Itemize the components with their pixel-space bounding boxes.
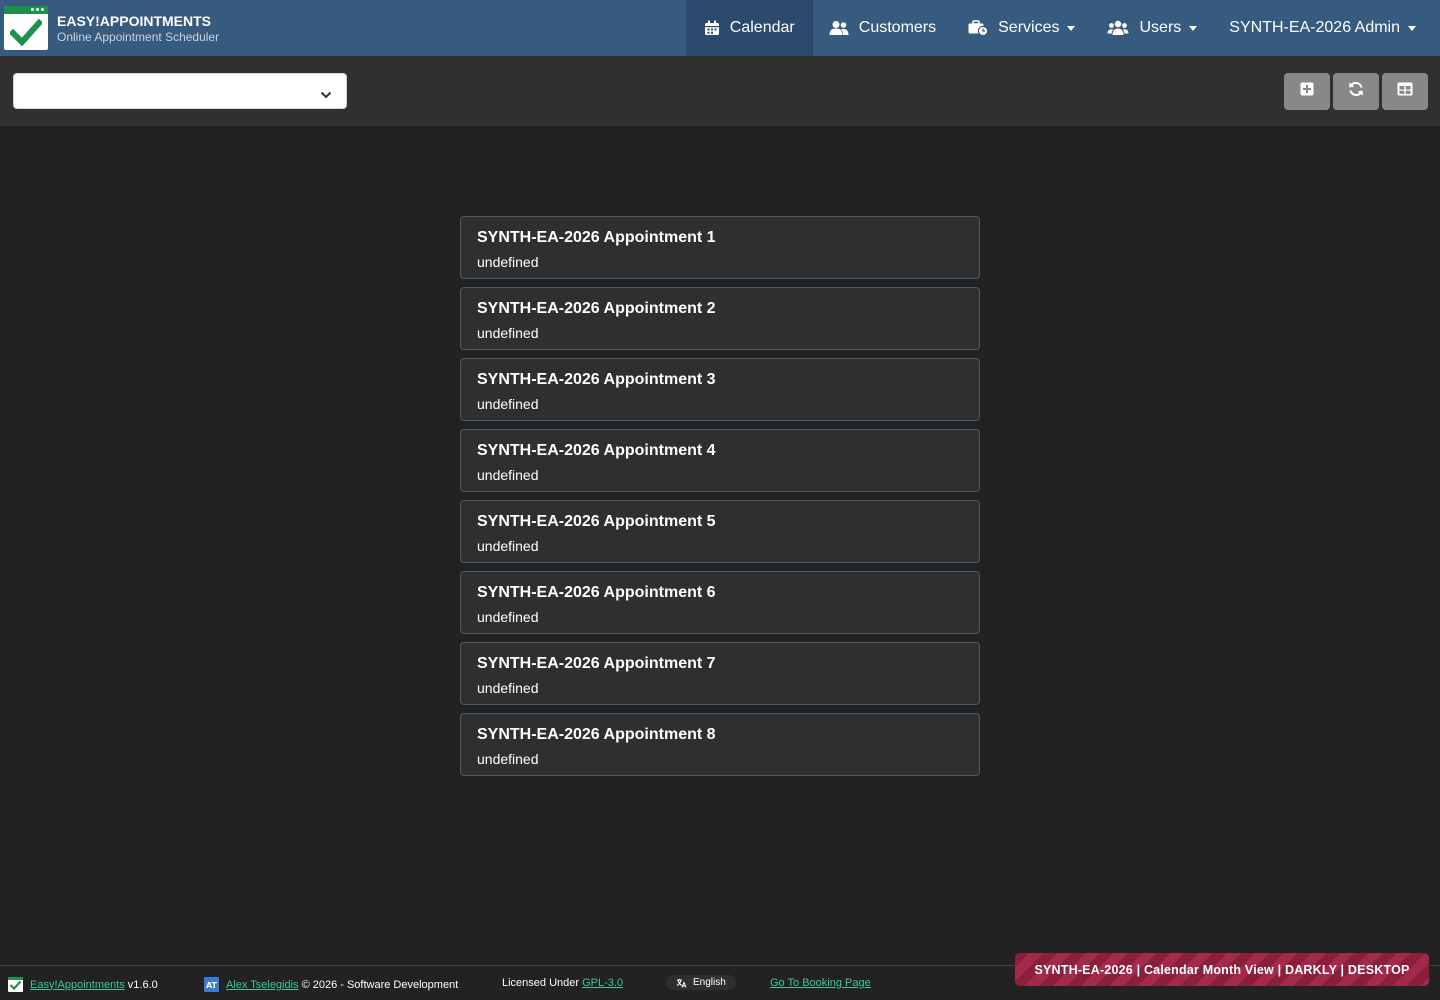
copyright-text: © 2026 - Software Development [301, 978, 459, 991]
appointment-title: SYNTH-EA-2026 Appointment 6 [477, 584, 716, 601]
app-link[interactable]: Easy!Appointments [30, 979, 125, 991]
environment-banner: SYNTH-EA-2026 | Calendar Month View | DA… [1015, 953, 1429, 986]
appointment-title: SYNTH-EA-2026 Appointment 5 [477, 513, 716, 530]
appointment-title: SYNTH-EA-2026 Appointment 2 [477, 300, 716, 317]
appointment-list: SYNTH-EA-2026 Appointment 1 undefined SY… [460, 216, 980, 784]
banner-text: SYNTH-EA-2026 | Calendar Month View | DA… [1034, 962, 1410, 977]
main-nav: Calendar Customers Services Users SYNTH-… [685, 0, 1440, 56]
appointment-card[interactable]: SYNTH-EA-2026 Appointment 8 undefined [460, 713, 980, 776]
users-icon [829, 20, 849, 36]
booking-page-link[interactable]: Go To Booking Page [770, 977, 871, 989]
footer-booking: Go To Booking Page [770, 977, 871, 989]
business-time-icon [968, 20, 989, 36]
appointment-subtitle: undefined [477, 254, 539, 270]
license-link[interactable]: GPL-3.0 [582, 977, 623, 989]
toggle-view-button[interactable] [1382, 73, 1428, 110]
appointment-subtitle: undefined [477, 467, 539, 483]
appointment-title: SYNTH-EA-2026 Appointment 4 [477, 442, 716, 459]
appointment-subtitle: undefined [477, 680, 539, 696]
appointment-card[interactable]: SYNTH-EA-2026 Appointment 1 undefined [460, 216, 980, 279]
plus-square-icon [1300, 82, 1314, 101]
nav-admin-menu[interactable]: SYNTH-EA-2026 Admin [1213, 0, 1440, 56]
language-selector[interactable]: English [666, 975, 736, 990]
appointment-subtitle: undefined [477, 751, 539, 767]
app-version: v1.6.0 [127, 978, 158, 991]
brand[interactable]: EASY!APPOINTMENTS Online Appointment Sch… [0, 0, 219, 56]
brand-subtitle: Online Appointment Scheduler [57, 29, 220, 44]
appointment-title: SYNTH-EA-2026 Appointment 3 [477, 371, 716, 388]
language-icon [676, 978, 687, 988]
calendar-icon [704, 20, 720, 36]
nav-calendar-label: Calendar [729, 19, 795, 36]
appointment-title: SYNTH-EA-2026 Appointment 1 [477, 229, 716, 246]
appointment-card[interactable]: SYNTH-EA-2026 Appointment 2 undefined [460, 287, 980, 350]
language-label: English [693, 977, 726, 988]
appointment-subtitle: undefined [477, 538, 539, 554]
appointment-title: SYNTH-EA-2026 Appointment 8 [477, 726, 716, 743]
sync-icon [1347, 81, 1365, 102]
brand-title: EASY!APPOINTMENTS [57, 12, 212, 29]
app-logo-icon [4, 6, 48, 50]
filter-select[interactable] [13, 73, 347, 109]
appointment-card[interactable]: SYNTH-EA-2026 Appointment 7 undefined [460, 642, 980, 705]
appointment-card[interactable]: SYNTH-EA-2026 Appointment 4 undefined [460, 429, 980, 492]
footer-author: AT Alex Tselegidis © 2026 - Software Dev… [204, 977, 458, 992]
chevron-down-icon [1067, 25, 1076, 31]
top-navbar: EASY!APPOINTMENTS Online Appointment Sch… [0, 0, 1440, 56]
chevron-down-icon [1189, 25, 1198, 31]
appointment-card[interactable]: SYNTH-EA-2026 Appointment 5 undefined [460, 500, 980, 563]
nav-services-label: Services [998, 19, 1060, 36]
appointment-card[interactable]: SYNTH-EA-2026 Appointment 6 undefined [460, 571, 980, 634]
nav-customers-label: Customers [858, 19, 937, 36]
chevron-down-icon [1408, 25, 1416, 31]
app-logo-icon [8, 977, 23, 992]
nav-users-label: Users [1139, 19, 1182, 36]
chevron-down-icon [320, 86, 332, 103]
nav-users[interactable]: Users [1091, 0, 1213, 56]
nav-admin-label: SYNTH-EA-2026 Admin [1229, 19, 1400, 36]
footer-license: Licensed Under GPL-3.0 [502, 977, 623, 989]
license-prefix: Licensed Under [502, 977, 580, 989]
author-logo-icon: AT [204, 977, 219, 992]
nav-calendar[interactable]: Calendar [685, 0, 813, 56]
svg-text:AT: AT [206, 981, 218, 990]
table-icon [1397, 82, 1413, 101]
appointment-title: SYNTH-EA-2026 Appointment 7 [477, 655, 716, 672]
reload-button[interactable] [1333, 73, 1379, 110]
appointment-subtitle: undefined [477, 609, 539, 625]
users-group-icon [1107, 20, 1129, 36]
appointment-card[interactable]: SYNTH-EA-2026 Appointment 3 undefined [460, 358, 980, 421]
nav-customers[interactable]: Customers [813, 0, 952, 56]
appointment-subtitle: undefined [477, 396, 539, 412]
calendar-toolbar [0, 56, 1440, 126]
nav-services[interactable]: Services [952, 0, 1091, 56]
appointment-subtitle: undefined [477, 325, 539, 341]
footer-app-info: Easy!Appointments v1.6.0 [8, 977, 158, 992]
author-link[interactable]: Alex Tselegidis [226, 979, 299, 991]
add-appointment-button[interactable] [1284, 73, 1330, 110]
